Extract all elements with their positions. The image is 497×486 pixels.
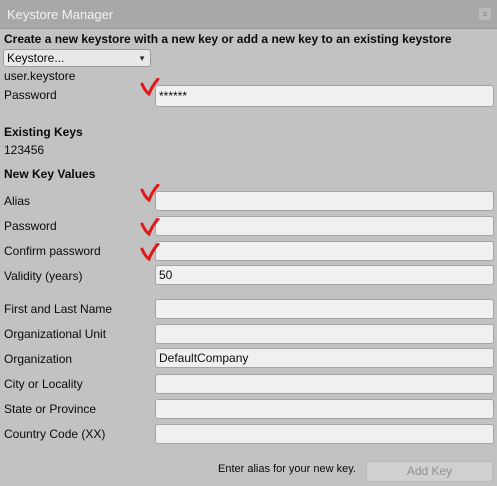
chevron-down-icon: ▼ bbox=[138, 54, 146, 63]
first-last-name-label: First and Last Name bbox=[4, 302, 113, 316]
alias-label: Alias bbox=[4, 194, 31, 208]
first-last-name-field[interactable] bbox=[155, 299, 494, 319]
checkmark-annotation-icon bbox=[140, 78, 160, 97]
confirm-password-label: Confirm password bbox=[4, 244, 101, 258]
city-label: City or Locality bbox=[4, 377, 83, 391]
state-label: State or Province bbox=[4, 402, 97, 416]
keystore-dropdown[interactable]: Keystore... ▼ bbox=[3, 49, 151, 67]
org-unit-label: Organizational Unit bbox=[4, 327, 107, 341]
organization-field[interactable]: DefaultCompany bbox=[155, 348, 494, 368]
state-field[interactable] bbox=[155, 399, 494, 419]
existing-key-item: 123456 bbox=[4, 143, 45, 157]
new-key-values-title: New Key Values bbox=[4, 167, 96, 181]
validity-label: Validity (years) bbox=[4, 269, 83, 283]
org-unit-field[interactable] bbox=[155, 324, 494, 344]
new-key-password-label: Password bbox=[4, 219, 57, 233]
alias-field[interactable] bbox=[155, 191, 494, 211]
keystore-file-name: user.keystore bbox=[4, 69, 76, 83]
organization-label: Organization bbox=[4, 352, 73, 366]
checkmark-annotation-icon bbox=[140, 184, 160, 203]
checkmark-annotation-icon bbox=[140, 218, 160, 237]
validity-field[interactable]: 50 bbox=[155, 265, 494, 285]
checkmark-annotation-icon bbox=[140, 243, 160, 262]
new-key-password-field[interactable] bbox=[155, 216, 494, 236]
keystore-dropdown-value: Keystore... bbox=[7, 51, 65, 65]
title-bar: Keystore Manager ≡ bbox=[0, 0, 497, 29]
alias-hint-text: Enter alias for your new key. bbox=[218, 463, 356, 475]
country-code-label: Country Code (XX) bbox=[4, 427, 106, 441]
window-menu-icon[interactable]: ≡ bbox=[479, 8, 491, 20]
country-code-field[interactable] bbox=[155, 424, 494, 444]
city-field[interactable] bbox=[155, 374, 494, 394]
keystore-password-label: Password bbox=[4, 88, 57, 102]
add-key-button[interactable]: Add Key bbox=[366, 461, 493, 482]
confirm-password-field[interactable] bbox=[155, 241, 494, 261]
existing-keys-title: Existing Keys bbox=[4, 125, 83, 139]
keystore-password-field[interactable]: ****** bbox=[155, 85, 494, 107]
instruction-text: Create a new keystore with a new key or … bbox=[4, 32, 452, 46]
window-title: Keystore Manager bbox=[7, 7, 114, 22]
